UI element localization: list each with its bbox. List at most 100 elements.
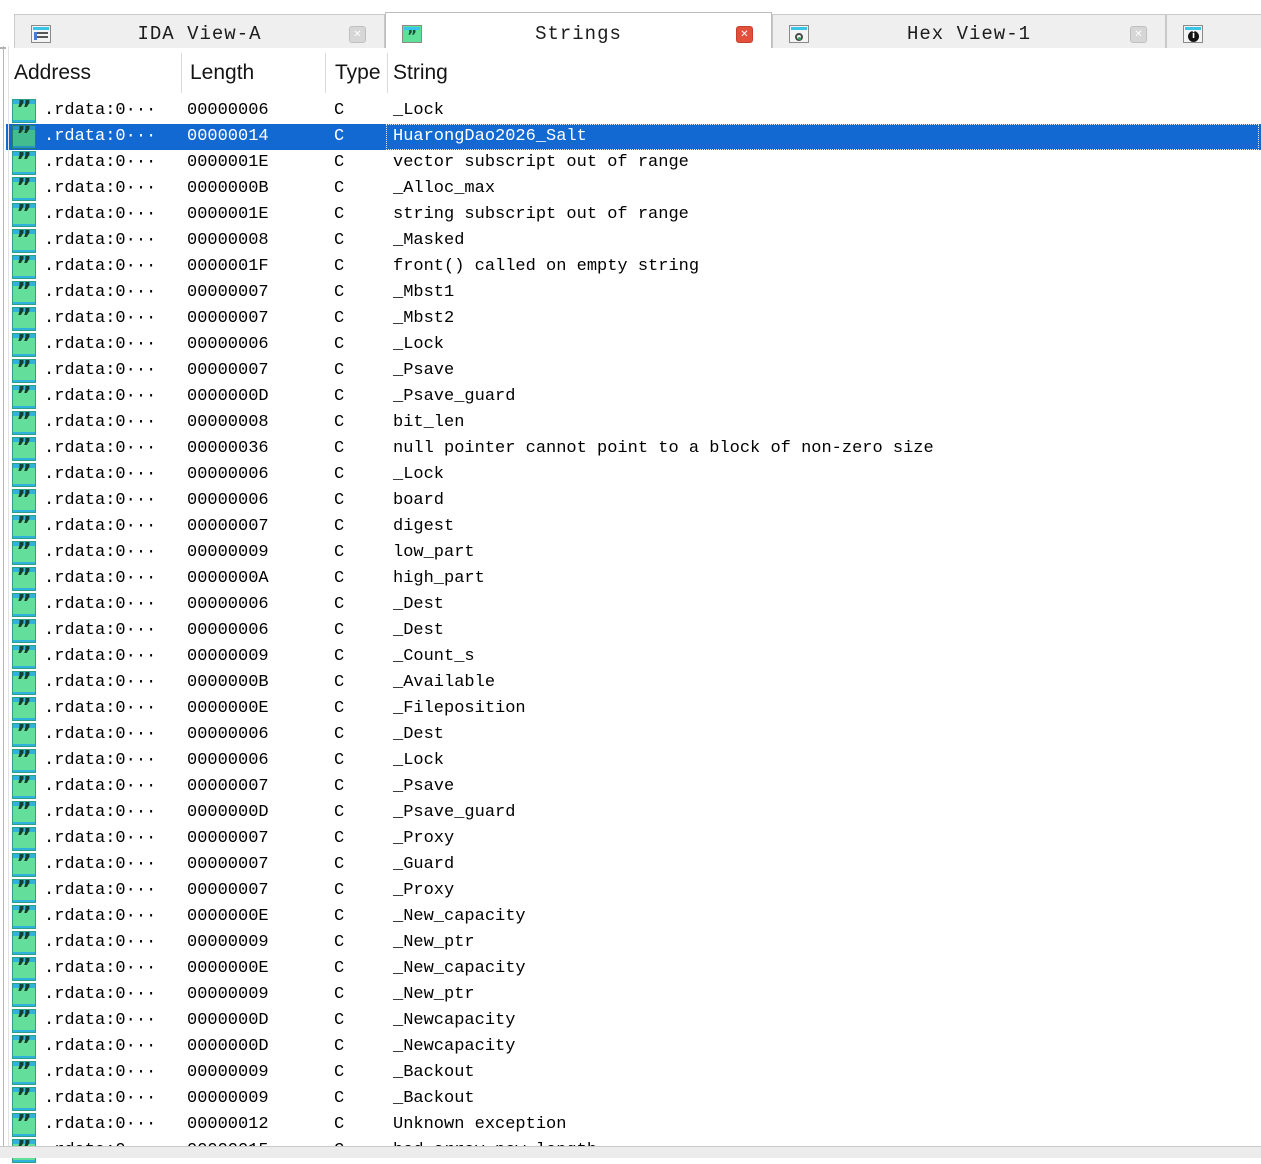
table-row[interactable]: ” .rdata:0··· 00000007 C _Proxy	[6, 878, 1261, 904]
string-item-icon: ”	[12, 749, 36, 773]
cell-length: 00000006	[187, 488, 269, 514]
table-row[interactable]: ” .rdata:0··· 0000000B C _Alloc_max	[6, 176, 1261, 202]
cell-string: _Proxy	[386, 826, 1259, 852]
table-row[interactable]: ” .rdata:0··· 00000007 C _Guard	[6, 852, 1261, 878]
table-row[interactable]: ” .rdata:0··· 0000000D C _Newcapacity	[6, 1034, 1261, 1060]
table-row[interactable]: ” .rdata:0··· 00000009 C low_part	[6, 540, 1261, 566]
table-row[interactable]: ” .rdata:0··· 00000009 C _New_ptr	[6, 982, 1261, 1008]
string-item-icon: ”	[12, 437, 36, 461]
table-row[interactable]: ” .rdata:0··· 00000009 C _Backout	[6, 1060, 1261, 1086]
table-row[interactable]: ” .rdata:0··· 00000008 C _Masked	[6, 228, 1261, 254]
table-row[interactable]: ” .rdata:0··· 00000008 C bit_len	[6, 410, 1261, 436]
cell-type: C	[334, 696, 344, 722]
table-row[interactable]: ” .rdata:0··· 00000006 C _Lock	[6, 748, 1261, 774]
string-item-icon: ”	[12, 905, 36, 929]
cell-address: .rdata:0···	[44, 566, 156, 592]
cell-type: C	[334, 436, 344, 462]
table-row[interactable]: ” .rdata:0··· 00000006 C board	[6, 488, 1261, 514]
table-row[interactable]: ” .rdata:0··· 0000001E C vector subscrip…	[6, 150, 1261, 176]
cell-address: .rdata:0···	[44, 800, 156, 826]
tab-label: IDA View-A	[15, 23, 384, 45]
cell-length: 0000000D	[187, 800, 269, 826]
cell-type: C	[334, 800, 344, 826]
cell-type: C	[334, 384, 344, 410]
cell-string: _New_capacity	[386, 904, 1259, 930]
table-row[interactable]: ” .rdata:0··· 0000000D C _Newcapacity	[6, 1008, 1261, 1034]
table-row[interactable]: ” .rdata:0··· 00000007 C _Mbst1	[6, 280, 1261, 306]
cell-length: 0000001E	[187, 202, 269, 228]
column-separator[interactable]	[325, 53, 326, 93]
table-header: Address Length Type String	[6, 48, 1261, 98]
table-row[interactable]: ” .rdata:0··· 00000009 C _Backout	[6, 1086, 1261, 1112]
string-item-icon: ”	[12, 1113, 36, 1137]
cell-length: 00000007	[187, 280, 269, 306]
cell-address: .rdata:0···	[44, 1112, 156, 1138]
string-item-icon: ”	[12, 385, 36, 409]
table-row[interactable]: ” .rdata:0··· 0000000E C _New_capacity	[6, 904, 1261, 930]
table-row[interactable]: ” .rdata:0··· 00000006 C _Dest	[6, 618, 1261, 644]
table-row[interactable]: ” .rdata:0··· 00000012 C Unknown excepti…	[6, 1112, 1261, 1138]
table-row[interactable]: ” .rdata:0··· 0000001E C string subscrip…	[6, 202, 1261, 228]
string-item-icon: ”	[12, 151, 36, 175]
cell-length: 00000006	[187, 618, 269, 644]
tab-bar: IDA View-A ✕ ” Strings ✕ Hex View-1 ✕ i	[6, 6, 1261, 49]
cell-address: .rdata:0···	[44, 826, 156, 852]
panel-left-border	[3, 46, 4, 1158]
table-row[interactable]: ” .rdata:0··· 00000006 C _Dest	[6, 592, 1261, 618]
close-icon[interactable]: ✕	[349, 26, 366, 43]
close-icon[interactable]: ✕	[736, 26, 753, 43]
cell-string: _Lock	[386, 332, 1259, 358]
column-header-string[interactable]: String	[393, 48, 793, 98]
cell-length: 0000000E	[187, 956, 269, 982]
table-row[interactable]: ” .rdata:0··· 0000000D C _Psave_guard	[6, 800, 1261, 826]
table-row[interactable]: ” .rdata:0··· 0000000E C _Fileposition	[6, 696, 1261, 722]
table-row[interactable]: ” .rdata:0··· 00000014 C HuarongDao2026_…	[6, 124, 1261, 150]
table-row[interactable]: ” .rdata:0··· 0000000D C _Psave_guard	[6, 384, 1261, 410]
cell-string: _Lock	[386, 98, 1259, 124]
string-item-icon: ”	[12, 333, 36, 357]
cell-address: .rdata:0···	[44, 904, 156, 930]
cell-string: high_part	[386, 566, 1259, 592]
string-item-icon: ”	[12, 1061, 36, 1085]
table-row[interactable]: ” .rdata:0··· 00000007 C _Psave	[6, 774, 1261, 800]
cell-string: _Alloc_max	[386, 176, 1259, 202]
table-row[interactable]: ” .rdata:0··· 00000036 C null pointer ca…	[6, 436, 1261, 462]
cell-address: .rdata:0···	[44, 982, 156, 1008]
table-row[interactable]: ” .rdata:0··· 00000007 C digest	[6, 514, 1261, 540]
table-row[interactable]: ” .rdata:0··· 0000000A C high_part	[6, 566, 1261, 592]
cell-address: .rdata:0···	[44, 228, 156, 254]
table-row[interactable]: ” .rdata:0··· 00000006 C _Lock	[6, 332, 1261, 358]
table-row[interactable]: ” .rdata:0··· 0000000E C _New_capacity	[6, 956, 1261, 982]
cell-type: C	[334, 748, 344, 774]
cell-string: bit_len	[386, 410, 1259, 436]
column-header-type[interactable]: Type	[335, 48, 385, 98]
table-row[interactable]: ” .rdata:0··· 00000007 C _Proxy	[6, 826, 1261, 852]
cell-type: C	[334, 98, 344, 124]
cell-string: _Lock	[386, 748, 1259, 774]
table-row[interactable]: ” .rdata:0··· 00000009 C _New_ptr	[6, 930, 1261, 956]
column-header-length[interactable]: Length	[190, 48, 320, 98]
column-separator[interactable]	[181, 53, 182, 93]
string-item-icon: ”	[12, 1087, 36, 1111]
string-item-icon: ”	[12, 281, 36, 305]
table-row[interactable]: ” .rdata:0··· 0000000B C _Available	[6, 670, 1261, 696]
table-row[interactable]: ” .rdata:0··· 00000006 C _Dest	[6, 722, 1261, 748]
table-row[interactable]: ” .rdata:0··· 00000007 C _Mbst2	[6, 306, 1261, 332]
cell-address: .rdata:0···	[44, 670, 156, 696]
cell-length: 0000001F	[187, 254, 269, 280]
column-header-address[interactable]: Address	[14, 48, 174, 98]
string-item-icon: ”	[12, 463, 36, 487]
column-separator[interactable]	[387, 53, 388, 93]
close-icon[interactable]: ✕	[1130, 26, 1147, 43]
cell-string: Unknown exception	[386, 1112, 1259, 1138]
table-row[interactable]: ” .rdata:0··· 0000001F C front() called …	[6, 254, 1261, 280]
table-row[interactable]: ” .rdata:0··· 00000009 C _Count_s	[6, 644, 1261, 670]
table-row[interactable]: ” .rdata:0··· 00000006 C _Lock	[6, 462, 1261, 488]
cell-string: HuarongDao2026_Salt	[386, 124, 1259, 150]
table-row[interactable]: ” .rdata:0··· 00000006 C _Lock	[6, 98, 1261, 124]
table-row[interactable]: ” .rdata:0··· 00000007 C _Psave	[6, 358, 1261, 384]
cell-string: _Available	[386, 670, 1259, 696]
cell-type: C	[334, 124, 344, 150]
tab-label: Strings	[386, 23, 771, 45]
cell-string: _Backout	[386, 1060, 1259, 1086]
